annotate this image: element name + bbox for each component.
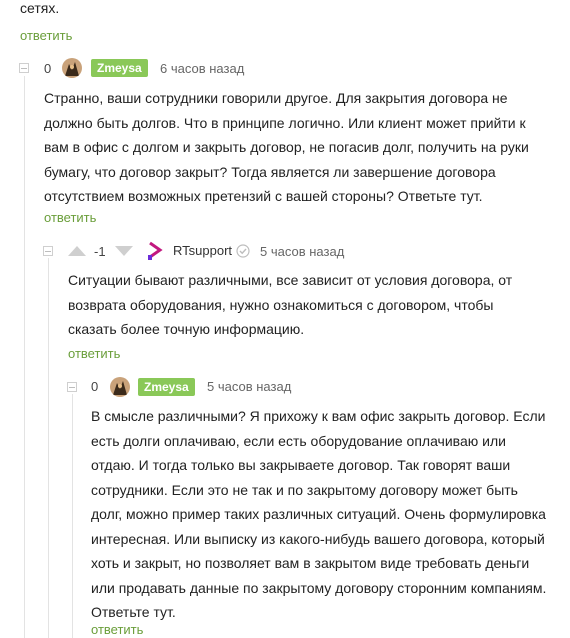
avatar-image-icon: [110, 377, 130, 397]
avatar[interactable]: [110, 377, 130, 397]
avatar-image-icon: [62, 58, 82, 78]
downvote-icon[interactable]: [115, 246, 133, 256]
comment-rating: 0: [91, 379, 99, 394]
collapse-toggle[interactable]: [67, 382, 77, 392]
reply-link-previous[interactable]: ответить: [20, 28, 72, 43]
verified-check-icon: [236, 244, 250, 258]
comment-body: В смысле различными? Я прихожу к вам офи…: [91, 408, 547, 620]
reply-link[interactable]: ответить: [68, 346, 120, 361]
comment-time[interactable]: 5 часов назад: [260, 244, 344, 259]
reply-link[interactable]: ответить: [44, 210, 96, 225]
thread-line-level-3: [72, 394, 73, 638]
comment-body: Странно, ваши сотрудники говорили другое…: [44, 90, 529, 204]
collapse-toggle[interactable]: [19, 63, 29, 73]
author-badge[interactable]: Zmeysa: [138, 378, 195, 396]
comment-rating: 0: [44, 61, 52, 76]
comment-rating: -1: [94, 244, 106, 259]
comment-time[interactable]: 6 часов назад: [160, 61, 244, 76]
avatar[interactable]: [62, 58, 82, 78]
comment-body: Ситуации бывают различными, все зависит …: [68, 272, 513, 337]
rtsupport-logo-icon[interactable]: [146, 241, 164, 261]
thread-line-level-2: [48, 258, 49, 638]
previous-comment-text: сетях.: [20, 0, 60, 16]
rt-logo-icon: [148, 241, 163, 260]
upvote-icon[interactable]: [68, 246, 86, 256]
reply-link[interactable]: ответить: [91, 622, 143, 637]
collapse-toggle[interactable]: [43, 246, 53, 256]
author-name[interactable]: RTsupport: [173, 243, 232, 258]
thread-line-level-1: [24, 76, 25, 638]
comment-time[interactable]: 5 часов назад: [207, 379, 291, 394]
author-badge[interactable]: Zmeysa: [91, 59, 148, 77]
